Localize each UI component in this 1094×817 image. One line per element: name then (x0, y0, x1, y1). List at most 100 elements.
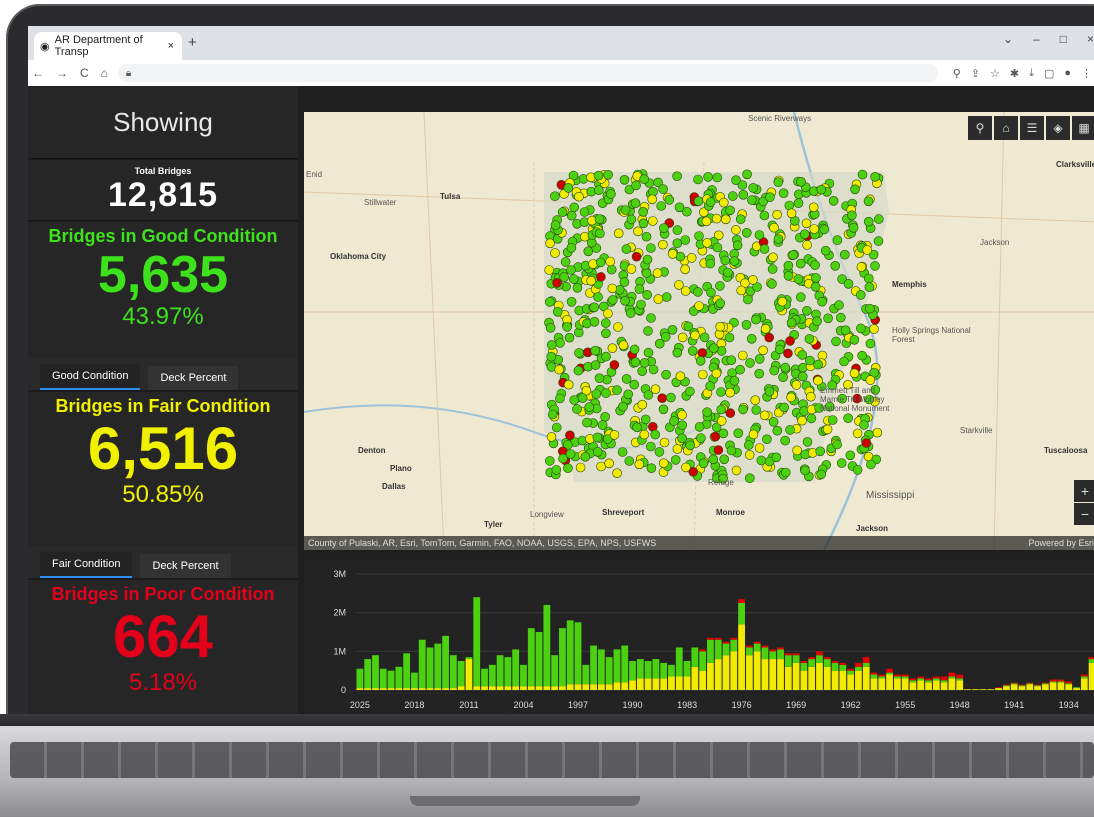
bridge-point[interactable] (744, 473, 755, 484)
chart-bar-fair[interactable] (683, 676, 691, 690)
chart-bar-fair[interactable] (488, 686, 496, 690)
bridge-point[interactable] (800, 465, 810, 476)
bridge-point[interactable] (626, 264, 637, 274)
bridge-point[interactable] (660, 332, 671, 342)
bridge-point[interactable] (754, 368, 765, 379)
bridge-point[interactable] (712, 242, 723, 253)
chart-bar-poor[interactable] (855, 662, 862, 667)
chart-bar-fair[interactable] (356, 688, 364, 690)
chart-bar-fair[interactable] (870, 678, 878, 690)
bridge-point[interactable] (759, 410, 770, 421)
bridge-point[interactable] (572, 404, 582, 414)
chart-bar-good[interactable] (1065, 683, 1073, 685)
chart-bar-fair[interactable] (1041, 684, 1049, 690)
bridge-point[interactable] (606, 189, 616, 199)
bridge-point[interactable] (793, 198, 804, 208)
chart-bar-good[interactable] (714, 639, 722, 660)
chart-bar-poor[interactable] (1057, 679, 1065, 682)
bridge-point[interactable] (568, 274, 579, 284)
bridge-point[interactable] (806, 413, 817, 424)
bridge-point[interactable] (586, 276, 597, 286)
chart-bar-good[interactable] (411, 672, 418, 689)
bridge-point[interactable] (799, 229, 810, 239)
chart-bar-fair[interactable] (909, 682, 917, 690)
bridge-point[interactable] (607, 295, 618, 305)
chart-bar-good[interactable] (356, 668, 364, 689)
bridge-point[interactable] (589, 317, 600, 327)
chart-bar-good[interactable] (473, 597, 481, 687)
bridge-point[interactable] (623, 389, 634, 400)
bridge-point[interactable] (565, 449, 576, 459)
chart-bar-fair[interactable] (660, 678, 668, 690)
bridge-point[interactable] (748, 429, 759, 440)
bridge-point[interactable] (643, 390, 654, 400)
chart-bar-fair[interactable] (932, 680, 940, 690)
chart-bar-poor[interactable] (831, 661, 839, 663)
chart-bar-poor[interactable] (878, 674, 886, 677)
chart-bar-good[interactable] (1003, 685, 1010, 687)
bridge-point[interactable] (574, 348, 584, 358)
chart-bar-good[interactable] (465, 657, 473, 660)
bridge-point[interactable] (729, 375, 740, 386)
bridge-point[interactable] (820, 245, 831, 256)
bridge-point[interactable] (716, 387, 726, 397)
bridge-point[interactable] (619, 175, 630, 185)
bridge-point[interactable] (544, 265, 554, 275)
bridge-point[interactable] (670, 455, 681, 465)
bridge-point[interactable] (697, 369, 708, 380)
bridge-point[interactable] (865, 338, 876, 349)
bridge-point[interactable] (727, 191, 738, 201)
bridge-point[interactable] (550, 220, 561, 230)
chart-bar-good[interactable] (652, 659, 660, 679)
bridge-point[interactable] (659, 437, 670, 448)
tab-search-icon[interactable]: ⌄ (1003, 32, 1013, 46)
chart-bar-poor[interactable] (901, 674, 909, 677)
chart-bar-poor[interactable] (753, 641, 761, 644)
bridge-point[interactable] (647, 216, 658, 226)
chart-bar-good[interactable] (644, 661, 652, 679)
bridge-point[interactable] (694, 422, 705, 432)
bridge-point[interactable] (596, 461, 606, 472)
bridge-point[interactable] (590, 345, 601, 356)
chart-bar-fair[interactable] (535, 686, 543, 690)
bridge-point[interactable] (735, 214, 746, 224)
bridge-point[interactable] (856, 262, 867, 272)
chart-bar-good[interactable] (932, 678, 940, 681)
chart-bar-good[interactable] (878, 676, 886, 679)
bridge-point[interactable] (566, 297, 577, 307)
bridge-point[interactable] (815, 446, 826, 457)
chart-bar-good[interactable] (372, 655, 379, 689)
chart-bar-good[interactable] (761, 647, 769, 660)
chart-bar-good[interactable] (948, 676, 956, 679)
chart-bar-good[interactable] (940, 680, 948, 683)
bridge-point[interactable] (725, 387, 735, 398)
bridge-point[interactable] (819, 224, 830, 235)
bridge-point[interactable] (593, 170, 604, 181)
bridge-point[interactable] (641, 231, 652, 242)
chart-bar-fair[interactable] (504, 686, 512, 690)
bridge-point[interactable] (593, 292, 603, 302)
bridge-point[interactable] (672, 347, 683, 358)
bridge-point[interactable] (836, 458, 847, 468)
bridge-point[interactable] (565, 430, 575, 441)
bridge-point[interactable] (693, 174, 703, 185)
bridge-point[interactable] (658, 239, 668, 250)
bridge-point[interactable] (640, 414, 651, 425)
bridge-point[interactable] (638, 218, 649, 229)
chart-bar-good[interactable] (1041, 683, 1049, 685)
chart-bar-good[interactable] (566, 620, 574, 685)
chart-bar-good[interactable] (535, 632, 543, 687)
chart-bar-poor[interactable] (1041, 682, 1049, 684)
bridge-point[interactable] (633, 226, 643, 237)
bridge-point[interactable] (591, 389, 602, 399)
bridge-point[interactable] (636, 299, 646, 310)
bridge-point[interactable] (792, 445, 802, 456)
bridge-point[interactable] (690, 330, 700, 341)
chart-bar-fair[interactable] (449, 688, 457, 690)
chart-bar-fair[interactable] (745, 655, 753, 690)
chart-bar-good[interactable] (839, 664, 847, 671)
bridge-point[interactable] (796, 177, 806, 187)
chart-bar-fair[interactable] (1003, 686, 1010, 690)
bridge-point[interactable] (563, 379, 574, 390)
bridge-point[interactable] (786, 392, 796, 403)
